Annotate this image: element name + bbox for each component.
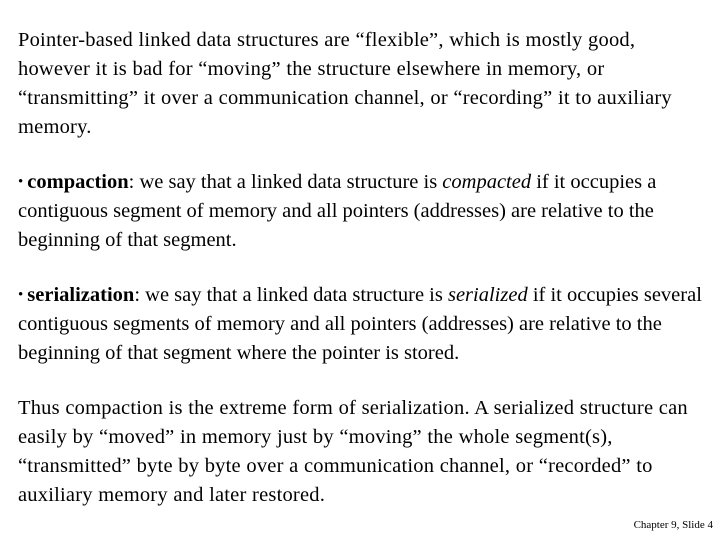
paragraph-summary-text: Thus compaction is the extreme form of s… bbox=[18, 397, 688, 507]
compaction-lead-text: : we say that a linked data structure is bbox=[128, 171, 443, 193]
slide-canvas: Pointer-based linked data structures are… bbox=[0, 0, 720, 540]
term-serialization: serialization bbox=[27, 284, 135, 307]
emphasis-serialized: serialized bbox=[447, 284, 528, 307]
term-compaction: compaction bbox=[27, 171, 129, 193]
slide-footer: Chapter 9, Slide 4 bbox=[633, 519, 713, 531]
bullet-serialization: • serialization: we say that a linked dat… bbox=[18, 281, 704, 368]
emphasis-compacted: compacted bbox=[442, 171, 532, 193]
bullet-icon: • bbox=[18, 287, 24, 304]
paragraph-intro: Pointer-based linked data structures are… bbox=[18, 26, 704, 142]
bullet-compaction: • compaction: we say that a linked data s… bbox=[18, 168, 704, 255]
serialization-lead-text: : we say that a linked data structure is bbox=[134, 284, 448, 307]
bullet-icon: • bbox=[18, 174, 24, 191]
paragraph-summary: Thus compaction is the extreme form of s… bbox=[18, 394, 704, 510]
paragraph-intro-text: Pointer-based linked data structures are… bbox=[18, 29, 672, 138]
